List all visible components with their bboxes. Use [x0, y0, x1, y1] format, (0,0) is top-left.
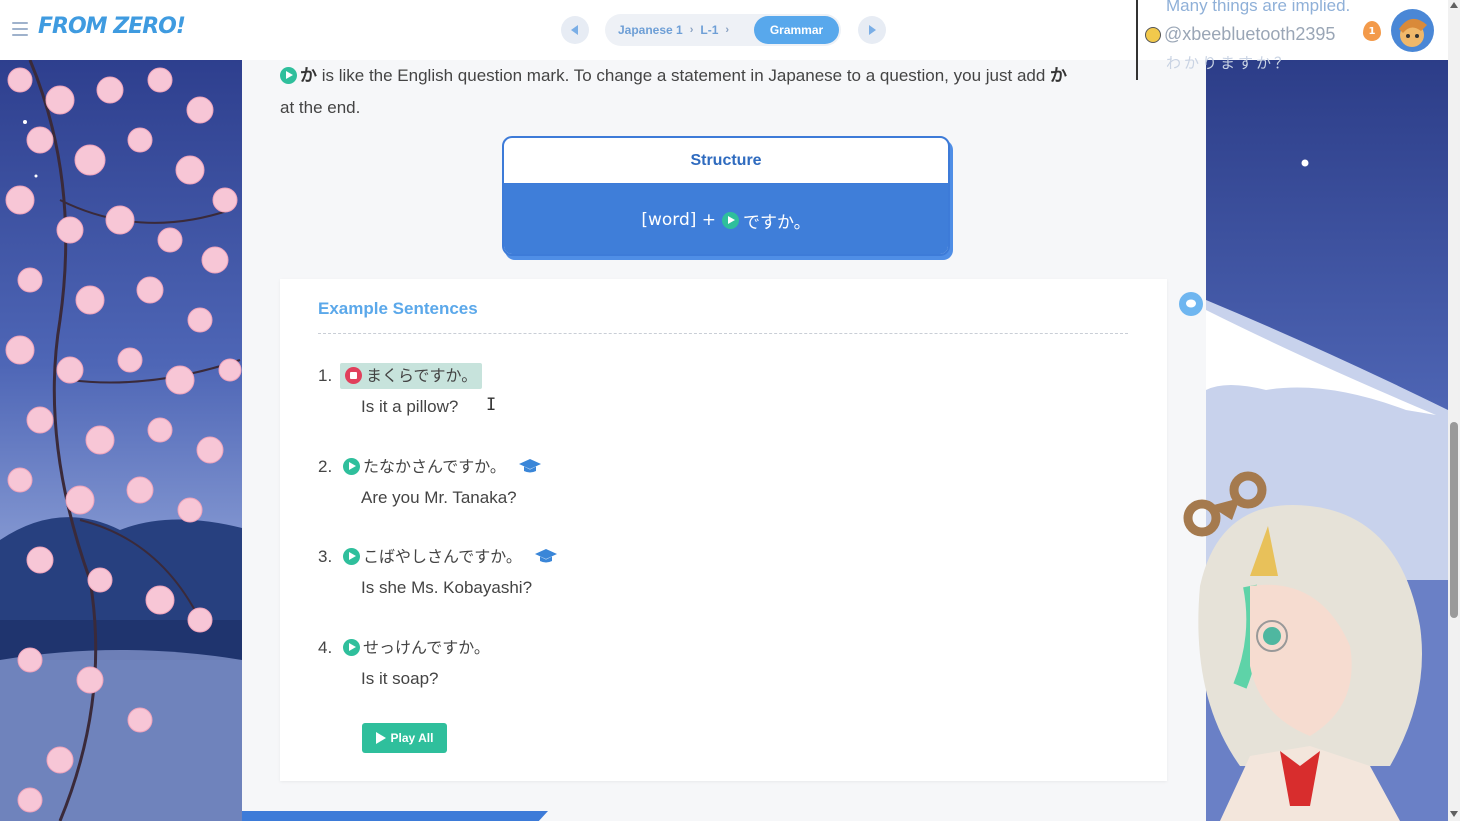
breadcrumb-course[interactable]: Japanese 1: [618, 23, 683, 37]
text-cursor-icon: I: [486, 395, 497, 415]
graduation-cap-icon[interactable]: [518, 458, 542, 474]
structure-formula: [word] + ですか。: [504, 184, 948, 254]
intro-text: is like the English question mark. To ch…: [317, 66, 1051, 85]
avatar-image: [1399, 18, 1427, 47]
example-japanese-text: せっけんですか。: [363, 638, 490, 657]
chat-divider: [1136, 0, 1138, 80]
structure-title: Structure: [504, 138, 948, 184]
chevron-right-icon: [869, 25, 876, 35]
intro-text-end: at the end.: [280, 98, 361, 117]
chat-bubble-icon[interactable]: [1179, 292, 1203, 316]
play-icon[interactable]: [343, 548, 360, 565]
example-japanese[interactable]: せっけんですか。: [340, 635, 493, 661]
example-japanese[interactable]: こばやしさんですか。: [340, 544, 561, 570]
chat-username: @xbeebluetooth2395: [1164, 24, 1336, 44]
example-english: Is it soap?: [361, 669, 439, 688]
particle-ka-inline: か: [1050, 66, 1068, 86]
graduation-cap-icon[interactable]: [534, 548, 558, 564]
particle-ka: か: [300, 66, 317, 86]
example-english: Is it a pillow?: [361, 397, 459, 416]
scroll-up-arrow-icon[interactable]: [1450, 2, 1458, 8]
app-logo[interactable]: FROM ZERO!: [38, 14, 186, 39]
example-number: 1.: [318, 366, 333, 385]
play-icon[interactable]: [343, 639, 360, 656]
example-sentences-card: Example Sentences 1. まくらですか。 Is it a pil…: [280, 279, 1167, 781]
previous-page-button[interactable]: [561, 16, 589, 44]
vtuber-avatar-overlay: [1160, 466, 1460, 821]
example-japanese-text: こばやしさんですか。: [363, 547, 522, 566]
chevron-right-icon: ›: [725, 24, 730, 36]
scroll-down-arrow-icon[interactable]: [1450, 811, 1458, 817]
example-number: 4.: [318, 638, 333, 657]
intro-paragraph: か is like the English question mark. To …: [280, 60, 1160, 124]
chevron-right-icon: ›: [689, 24, 694, 36]
example-english: Is she Ms. Kobayashi?: [361, 578, 533, 597]
breadcrumb: Japanese 1 › L-1 › Grammar: [605, 14, 841, 46]
cherry-blossom-illustration: [0, 60, 242, 821]
avatar: [1391, 9, 1434, 52]
chat-message: わかりますか？: [1166, 54, 1293, 72]
vtuber-character-illustration: [1183, 471, 1422, 821]
lesson-content: か is like the English question mark. To …: [242, 60, 1206, 821]
example-sentences-title: Example Sentences: [318, 299, 478, 318]
structure-formula-prefix: [word] +: [641, 210, 717, 230]
structure-box: Structure [word] + ですか。: [502, 136, 950, 256]
example-japanese[interactable]: たなかさんですか。: [340, 454, 545, 480]
flame-badge-count: 1: [1368, 25, 1376, 37]
scrollbar-thumb[interactable]: [1450, 422, 1458, 618]
play-icon[interactable]: [722, 211, 740, 229]
example-number: 3.: [318, 547, 333, 566]
stop-icon[interactable]: [345, 367, 362, 384]
chevron-left-icon: [571, 25, 578, 35]
example-japanese[interactable]: まくらですか。: [340, 363, 483, 389]
emoji-icon: [1145, 27, 1161, 43]
play-icon[interactable]: [343, 458, 360, 475]
play-all-label: Play All: [390, 731, 434, 745]
example-japanese-text: たなかさんですか。: [363, 457, 506, 476]
flame-badge-icon: 1: [1363, 21, 1381, 41]
vertical-scrollbar[interactable]: [1448, 0, 1460, 821]
left-background-scenery: [0, 60, 242, 821]
example-number: 2.: [318, 457, 333, 476]
breadcrumb-lesson[interactable]: L-1: [700, 23, 718, 37]
next-page-button[interactable]: [858, 16, 886, 44]
structure-formula-suffix: ですか。: [743, 212, 811, 233]
play-icon[interactable]: [280, 67, 297, 84]
divider: [318, 333, 1128, 334]
play-icon: [375, 732, 386, 744]
breadcrumb-active-section[interactable]: Grammar: [754, 16, 839, 44]
bottom-progress-bar: [242, 811, 548, 821]
example-japanese-text: まくらですか。: [366, 366, 478, 385]
example-english: Are you Mr. Tanaka?: [361, 488, 517, 507]
hamburger-icon[interactable]: [12, 22, 28, 36]
chat-previous-message: Many things are implied.: [1166, 0, 1351, 15]
play-all-button[interactable]: Play All: [362, 723, 447, 753]
